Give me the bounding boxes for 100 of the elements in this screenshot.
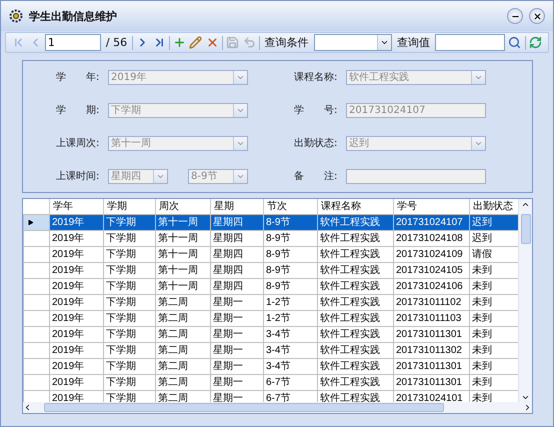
table-cell: 1-2节: [264, 310, 318, 326]
query-condition-dropdown[interactable]: [314, 34, 392, 51]
close-button[interactable]: [529, 8, 545, 24]
table-cell: 星期一: [210, 310, 264, 326]
table-cell: 软件工程实践: [318, 374, 394, 390]
table-cell: 第二周: [156, 390, 210, 402]
table-cell: 2019年: [50, 374, 104, 390]
column-header[interactable]: 课程名称: [318, 199, 394, 214]
table-cell: 下学期: [104, 374, 156, 390]
table-cell: 8-9节: [264, 230, 318, 246]
table-cell: 2019年: [50, 214, 104, 230]
table-cell: 迟到: [470, 230, 518, 246]
scroll-left-icon[interactable]: [23, 403, 32, 412]
close-icon: [532, 12, 542, 20]
table-cell: 软件工程实践: [318, 310, 394, 326]
table-cell: 第十一周: [156, 214, 210, 230]
table-cell: 201731024109: [394, 246, 470, 262]
table-cell: 未到: [470, 342, 518, 358]
table-cell: 201731011302: [394, 342, 470, 358]
table-cell: 星期一: [210, 358, 264, 374]
column-header[interactable]: 学号: [394, 199, 470, 214]
table-cell: 1-2节: [264, 294, 318, 310]
table-cell: 星期一: [210, 326, 264, 342]
table-cell: 第十一周: [156, 230, 210, 246]
table-cell: 第二周: [156, 342, 210, 358]
plus-icon: [172, 36, 186, 49]
table-cell: 下学期: [104, 214, 156, 230]
table-cell: 201731011301: [394, 358, 470, 374]
table-cell: 星期一: [210, 342, 264, 358]
scrollbar-thumb[interactable]: [520, 214, 530, 244]
scroll-up-icon[interactable]: [520, 200, 530, 209]
minimize-button[interactable]: [507, 8, 523, 24]
table-cell: 未到: [470, 358, 518, 374]
row-pointer-icon: [27, 218, 34, 226]
window-title: 学生出勤信息维护: [29, 8, 118, 24]
table-cell: 3-4节: [264, 326, 318, 342]
field-label: 学 年:: [56, 71, 100, 84]
undo-icon: [242, 36, 256, 49]
table-cell: 下学期: [104, 310, 156, 326]
table-cell: 下学期: [104, 358, 156, 374]
table-cell: 软件工程实践: [318, 230, 394, 246]
table-cell: 第二周: [156, 358, 210, 374]
column-header[interactable]: 出勤状态: [470, 199, 518, 214]
refresh-button[interactable]: [528, 34, 542, 50]
table-cell: 第十一周: [156, 262, 210, 278]
scroll-right-icon[interactable]: [523, 403, 532, 412]
table-cell: 201731024105: [394, 262, 470, 278]
toolbar-label: / 56: [104, 36, 128, 49]
table-cell: 2019年: [50, 230, 104, 246]
table-cell: 星期一: [210, 390, 264, 402]
table-cell: 未到: [470, 294, 518, 310]
table-cell: 第二周: [156, 326, 210, 342]
table-cell: 6-7节: [264, 390, 318, 402]
scroll-down-icon[interactable]: [521, 393, 530, 402]
table-cell: 201731024106: [394, 278, 470, 294]
table-cell: 软件工程实践: [318, 390, 394, 402]
table-cell: 201731011103: [394, 310, 470, 326]
table-cell: 未到: [470, 326, 518, 342]
field-label: 上课时间:: [56, 170, 100, 183]
column-header[interactable]: 学年: [50, 199, 104, 214]
field-label: 学 期:: [56, 104, 100, 117]
table-cell: 星期四: [210, 230, 264, 246]
delete-icon: [206, 36, 219, 49]
table-cell: 下学期: [104, 246, 156, 262]
column-header[interactable]: 周次: [156, 199, 210, 214]
table-cell: 8-9节: [264, 262, 318, 278]
caret-icon: [380, 38, 390, 47]
table-cell: 迟到: [470, 214, 518, 230]
field-label: 出勤状态:: [294, 136, 338, 150]
scrollbar-thumb[interactable]: [44, 403, 444, 412]
table-cell: 下学期: [104, 326, 156, 342]
table-cell: 软件工程实践: [318, 326, 394, 342]
table-cell: 请假: [470, 246, 518, 262]
search-button[interactable]: [508, 34, 522, 50]
field-label: 课程名称:: [294, 71, 338, 84]
table-cell: 未到: [470, 374, 518, 390]
toolbar-label: 查询值: [396, 35, 432, 50]
table-cell: 2019年: [50, 342, 104, 358]
horizontal-scrollbar[interactable]: [23, 402, 532, 413]
table-cell: 软件工程实践: [318, 262, 394, 278]
table-cell: 星期四: [210, 214, 264, 230]
column-header[interactable]: 星期: [210, 199, 264, 214]
table-cell: 201731024107: [394, 214, 470, 230]
table-cell: 软件工程实践: [318, 358, 394, 374]
table-cell: 3-4节: [264, 342, 318, 358]
page-field[interactable]: 1: [44, 34, 101, 51]
vertical-scrollbar[interactable]: [518, 199, 532, 402]
table-cell: 星期一: [210, 374, 264, 390]
column-header[interactable]: 学期: [104, 199, 156, 214]
edit-button[interactable]: [189, 34, 203, 50]
table-cell: 下学期: [104, 342, 156, 358]
table-cell: 软件工程实践: [318, 214, 394, 230]
column-header[interactable]: 节次: [264, 199, 318, 214]
save-icon: [226, 36, 240, 49]
table-cell: 第十一周: [156, 246, 210, 262]
table-cell: 6-7节: [264, 374, 318, 390]
table-cell: 201731011301: [394, 326, 470, 342]
query-value-field[interactable]: [435, 34, 506, 51]
table-cell: 8-9节: [264, 246, 318, 262]
gear-icon: [9, 9, 23, 23]
